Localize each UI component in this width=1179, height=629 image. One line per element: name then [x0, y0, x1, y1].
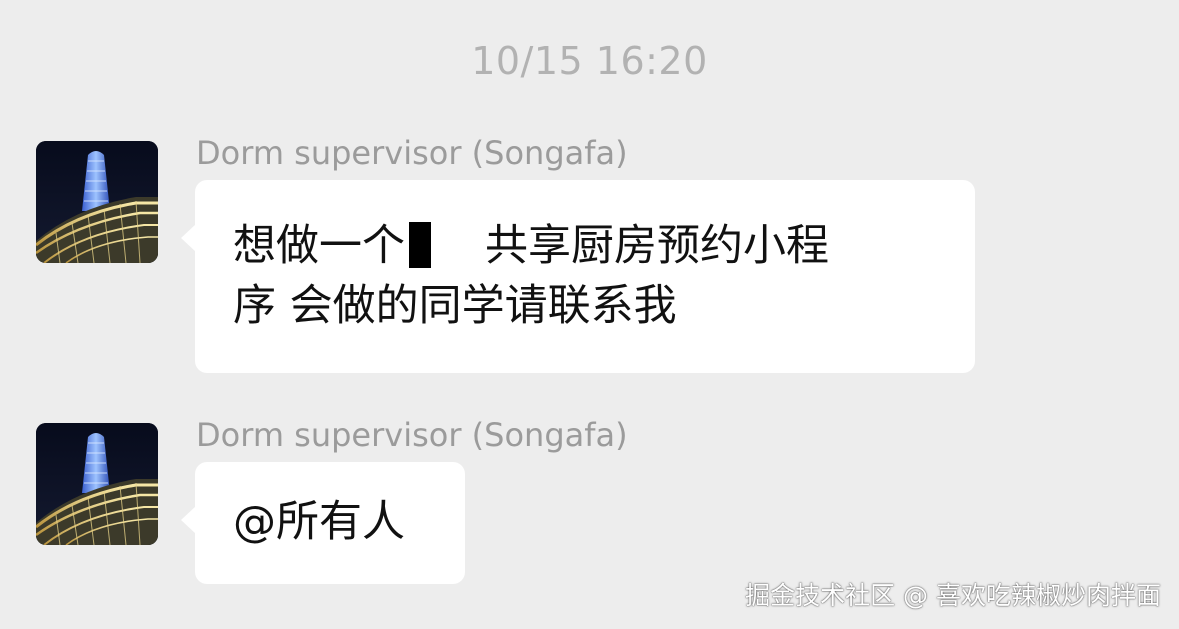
sender-name: Dorm supervisor (Songafa) [196, 416, 628, 454]
watermark-text: 掘金技术社区 @ 喜欢吃辣椒炒肉拌面 [745, 581, 1161, 610]
tower-night-photo-icon [36, 141, 158, 263]
message-bubble[interactable]: @所有人 [181, 462, 465, 584]
sender-avatar[interactable] [36, 141, 158, 263]
message-timestamp: 10/15 16:20 [471, 39, 708, 83]
message-text-part: 想做一个 [233, 221, 405, 271]
message-bubble[interactable]: 想做一个 共享厨房预约小程 序 会做的同学请联系我 [181, 180, 975, 373]
message-text-part: 共享厨房预约小程 [485, 221, 829, 271]
sender-avatar[interactable] [36, 423, 158, 545]
message-text: @所有人 [233, 497, 405, 547]
sender-name: Dorm supervisor (Songafa) [196, 134, 628, 172]
message-text-line-1: 想做一个 共享厨房预约小程 [233, 216, 945, 276]
message-text-line-2: 序 会做的同学请联系我 [233, 281, 677, 331]
tower-night-photo-icon [36, 423, 158, 545]
redaction-mark [409, 222, 431, 268]
